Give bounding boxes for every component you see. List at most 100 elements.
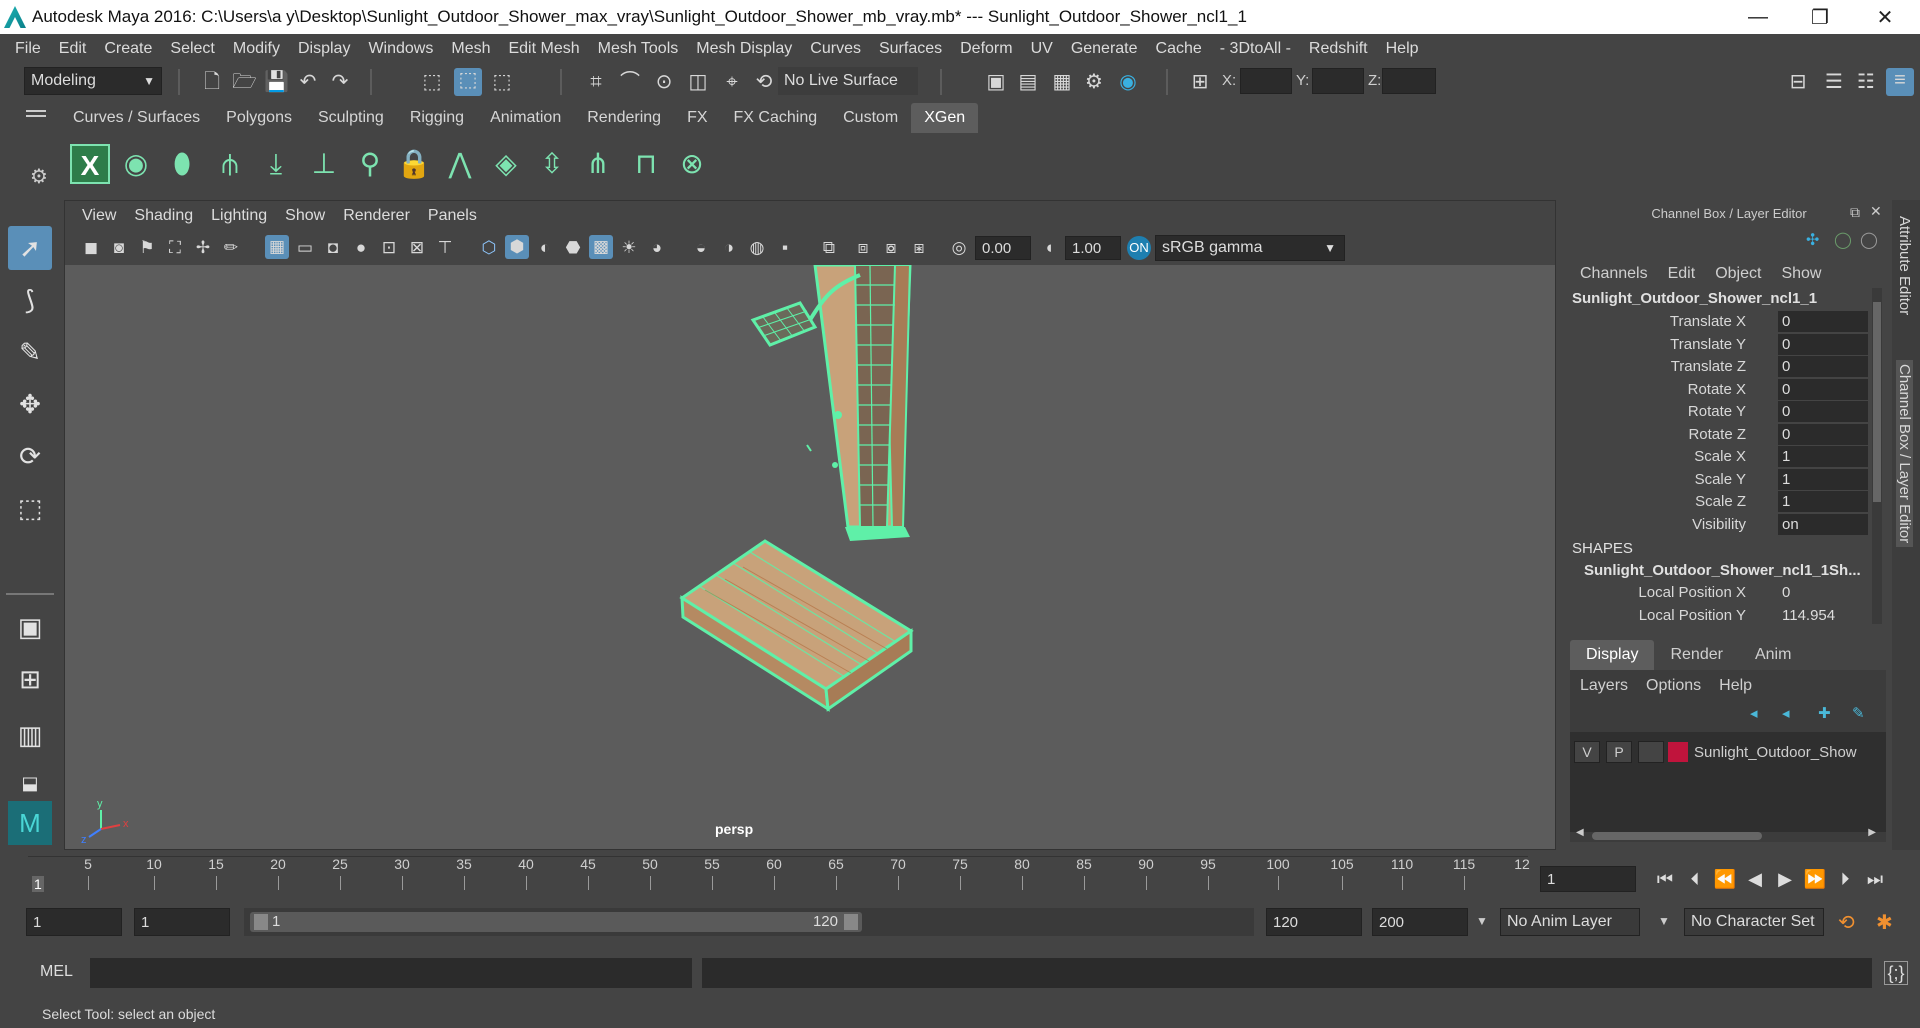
minimize-button[interactable]: — xyxy=(1728,0,1788,34)
shelf-menu-icon[interactable] xyxy=(26,110,46,120)
xgen-bend-icon[interactable]: ⊓ xyxy=(626,144,666,184)
grease-pencil-icon[interactable]: ✏ xyxy=(219,236,243,260)
lasso-tool-icon[interactable]: ⟆ xyxy=(8,278,52,322)
menu-curves[interactable]: Curves xyxy=(801,40,870,58)
y-coordinate-input[interactable] xyxy=(1312,68,1364,94)
shadows-icon[interactable]: ◕ xyxy=(645,236,669,260)
range-slider-handle[interactable]: 1 120 xyxy=(250,912,862,932)
channel-translate-z[interactable]: Translate Z0 xyxy=(1566,356,1876,378)
scale-tool-icon[interactable]: ⬚ xyxy=(8,486,52,530)
maya-home-icon[interactable]: M xyxy=(8,801,52,845)
menu-edit-mesh[interactable]: Edit Mesh xyxy=(499,40,588,58)
tab-custom[interactable]: Custom xyxy=(830,103,911,133)
move-tool-icon[interactable]: ✥ xyxy=(8,382,52,426)
animation-end-input[interactable]: 200 xyxy=(1372,908,1468,936)
attribute-editor-toggle-icon[interactable]: ☰ xyxy=(1822,70,1846,94)
transform-mode-icon[interactable]: ⊞ xyxy=(1188,70,1212,94)
layer-menu-layers[interactable]: Layers xyxy=(1580,677,1628,695)
xgen-select-guides-icon[interactable]: ⋔ xyxy=(578,144,618,184)
close-panel-icon[interactable]: ✕ xyxy=(1870,203,1882,220)
time-slider[interactable]: 1 5 10 15 20 25 30 35 40 45 50 55 60 65 … xyxy=(28,856,1530,896)
wireframe-icon[interactable]: ⬡ xyxy=(477,236,501,260)
xray-components-icon[interactable]: ⧆ xyxy=(907,236,931,260)
transform-gizmo-icon[interactable]: ✣ xyxy=(1806,230,1819,250)
snap-live-icon[interactable]: ⌖ xyxy=(720,70,744,94)
cb-menu-channels[interactable]: Channels xyxy=(1580,265,1648,283)
layer-visibility-toggle[interactable]: V xyxy=(1574,741,1600,763)
go-to-start-icon[interactable]: ⏮ xyxy=(1650,869,1680,890)
safe-action-icon[interactable]: ⊠ xyxy=(405,236,429,260)
select-by-object-icon[interactable]: ⬚ xyxy=(454,68,482,96)
menu-mesh-display[interactable]: Mesh Display xyxy=(687,40,801,58)
select-by-hierarchy-icon[interactable]: ⬚ xyxy=(420,70,444,94)
menu-uv[interactable]: UV xyxy=(1022,40,1062,58)
xgen-add-guide-icon[interactable]: ⫛ xyxy=(210,144,250,184)
menu-deform[interactable]: Deform xyxy=(951,40,1021,58)
script-editor-icon[interactable]: {;} xyxy=(1884,961,1908,985)
channel-scale-y[interactable]: Scale Y1 xyxy=(1566,469,1876,491)
camera-attributes-icon[interactable]: ◙ xyxy=(107,236,131,260)
tab-display[interactable]: Display xyxy=(1570,640,1655,670)
grid-toggle-icon[interactable]: ▦ xyxy=(265,235,289,259)
float-panel-icon[interactable]: ⧉ xyxy=(1850,204,1860,221)
viewport-menu-view[interactable]: View xyxy=(73,207,125,225)
menu-surfaces[interactable]: Surfaces xyxy=(870,40,951,58)
xgen-place-icon[interactable]: ⤓ xyxy=(256,144,296,184)
maximize-button[interactable]: ❐ xyxy=(1790,0,1850,34)
step-back-frame-icon[interactable]: ⏴ xyxy=(1680,869,1710,890)
channel-local-position-y[interactable]: Local Position Y 114.954 xyxy=(1566,605,1876,627)
two-d-pan-icon[interactable]: ✢ xyxy=(191,236,215,260)
layer-row[interactable]: V P Sunlight_Outdoor_Show xyxy=(1574,740,1878,764)
xgen-delete-guide-icon[interactable]: ⊗ xyxy=(672,144,712,184)
textured-icon[interactable]: ▩ xyxy=(589,235,613,259)
selected-object-name[interactable]: Sunlight_Outdoor_Shower_ncl1_1 xyxy=(1572,290,1817,307)
animation-start-input[interactable]: 1 xyxy=(26,908,122,936)
paint-select-tool-icon[interactable]: ✎ xyxy=(8,330,52,374)
menu-help[interactable]: Help xyxy=(1377,40,1428,58)
viewport-3d-scene[interactable]: y x z xyxy=(65,263,1555,849)
auto-key-icon[interactable]: ⟲ xyxy=(1838,910,1855,935)
tab-channel-box-layer-editor[interactable]: Channel Box / Layer Editor xyxy=(1896,360,1913,548)
menu-select[interactable]: Select xyxy=(161,40,223,58)
default-material-icon[interactable]: ◐ xyxy=(533,236,557,260)
tab-fx-caching[interactable]: FX Caching xyxy=(721,103,831,133)
tab-polygons[interactable]: Polygons xyxy=(213,103,305,133)
channel-scrollbar[interactable] xyxy=(1872,288,1882,624)
go-to-end-icon[interactable]: ⏭ xyxy=(1860,869,1890,890)
channel-box-toggle-icon[interactable]: ≡ xyxy=(1886,68,1914,96)
animation-preferences-icon[interactable]: ✱ xyxy=(1876,910,1893,935)
menu-mesh[interactable]: Mesh xyxy=(442,40,499,58)
field-chart-icon[interactable]: ⊡ xyxy=(377,236,401,260)
outliner-layout-icon[interactable]: ▥ xyxy=(8,713,52,757)
exposure-input[interactable]: 0.00 xyxy=(975,236,1031,260)
tab-animation[interactable]: Animation xyxy=(477,103,574,133)
step-back-key-icon[interactable]: ⏪ xyxy=(1710,869,1740,890)
tool-settings-toggle-icon[interactable]: ☷ xyxy=(1854,70,1878,94)
chevron-down-icon[interactable]: ▼ xyxy=(1658,914,1670,928)
channel-translate-x[interactable]: Translate X0 xyxy=(1566,311,1876,333)
layer-color-swatch[interactable] xyxy=(1668,742,1688,762)
xray-icon[interactable]: ⧈ xyxy=(851,236,875,260)
current-time-marker[interactable]: 1 xyxy=(32,876,44,892)
z-coordinate-input[interactable] xyxy=(1382,68,1436,94)
layer-playback-toggle[interactable]: P xyxy=(1606,741,1632,763)
menu-cache[interactable]: Cache xyxy=(1147,40,1211,58)
menu-create[interactable]: Create xyxy=(95,40,161,58)
hypershade-icon[interactable]: ◉ xyxy=(1116,70,1140,94)
tab-attribute-editor[interactable]: Attribute Editor xyxy=(1896,216,1913,315)
layout-toggle-icon[interactable]: ⬓ xyxy=(8,761,52,805)
manipulator-icon[interactable]: ◯ xyxy=(1834,230,1852,250)
menu-3dtoall[interactable]: - 3DtoAll - xyxy=(1211,40,1300,58)
cb-menu-object[interactable]: Object xyxy=(1715,265,1761,283)
new-empty-layer-icon[interactable]: ✚ xyxy=(1818,704,1831,722)
command-language-label[interactable]: MEL xyxy=(40,963,73,981)
menu-display[interactable]: Display xyxy=(289,40,359,58)
xray-joints-icon[interactable]: ⧇ xyxy=(879,236,903,260)
x-coordinate-input[interactable] xyxy=(1240,68,1292,94)
select-by-component-icon[interactable]: ⬚ xyxy=(490,70,514,94)
undo-icon[interactable]: ↶ xyxy=(296,70,320,94)
channel-speed-icon[interactable]: ◯ xyxy=(1860,230,1878,250)
channel-scale-x[interactable]: Scale X1 xyxy=(1566,446,1876,468)
xgen-preview-icon[interactable]: ◉ xyxy=(116,144,156,184)
single-perspective-layout-icon[interactable]: ▣ xyxy=(8,605,52,649)
